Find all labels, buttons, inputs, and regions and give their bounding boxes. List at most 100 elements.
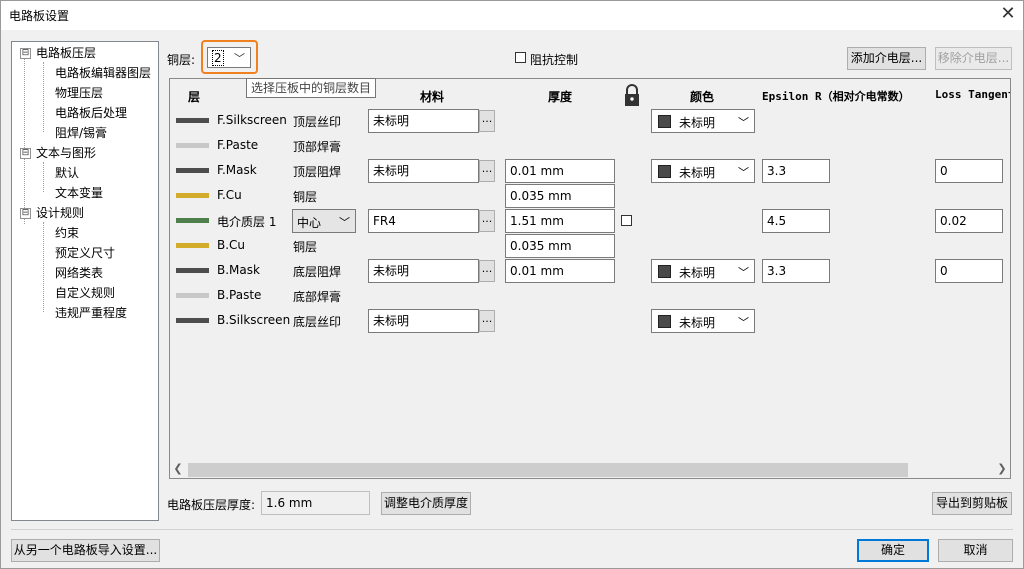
- add-dielectric-button[interactable]: 添加介电层...: [847, 47, 926, 70]
- layer-name: B.Cu: [217, 238, 246, 252]
- settings-tree: ⊟ 电路板压层 电路板编辑器图层 物理压层 电路板后处理 阻焊/锡膏 ⊟ 文本与…: [11, 41, 159, 521]
- layer-color-swatch: [176, 143, 209, 148]
- tree-guide: [43, 162, 44, 192]
- color-value: 未标明: [679, 316, 716, 330]
- tree-item-net-classes[interactable]: 网络类表: [55, 264, 103, 282]
- chevron-down-icon: ﹀: [738, 316, 749, 329]
- material-field[interactable]: 未标明: [368, 109, 479, 133]
- thickness-field[interactable]: 0.01 mm: [505, 259, 615, 283]
- tree-item-predefined-sizes[interactable]: 预定义尺寸: [55, 244, 115, 262]
- material-picker-button[interactable]: ...: [479, 210, 495, 232]
- color-select[interactable]: 未标明 ﹀: [651, 309, 755, 333]
- layer-name: B.Silkscreen: [217, 313, 291, 327]
- thickness-field[interactable]: 1.51 mm: [505, 209, 615, 233]
- layer-color-swatch: [176, 118, 209, 123]
- header-color: 颜色: [690, 90, 715, 104]
- scroll-right-icon[interactable]: ❯: [994, 462, 1010, 475]
- material-picker-button[interactable]: ...: [479, 310, 495, 332]
- tree-item-design-rules[interactable]: 设计规则: [36, 204, 84, 222]
- collapse-icon[interactable]: ⊟: [20, 148, 31, 159]
- layer-name: B.Paste: [217, 288, 262, 302]
- color-select[interactable]: 未标明 ﹀: [651, 109, 755, 133]
- lock-icon[interactable]: [623, 83, 641, 107]
- color-value: 未标明: [679, 116, 716, 130]
- tree-item-physical-stackup[interactable]: 物理压层: [55, 84, 103, 102]
- dielectric-type-value: 中心: [297, 216, 322, 230]
- loss-tangent-field[interactable]: 0: [935, 259, 1003, 283]
- layer-color-swatch: [176, 293, 209, 298]
- close-icon[interactable]: ✕: [998, 3, 1018, 25]
- layer-type: 底层阻焊: [293, 265, 342, 279]
- copper-layers-tooltip: 选择压板中的铜层数目: [246, 78, 376, 98]
- tree-item-finish[interactable]: 电路板后处理: [55, 104, 127, 122]
- thickness-field[interactable]: 0.035 mm: [505, 234, 615, 258]
- tree-item-board-stackup[interactable]: 电路板压层: [36, 44, 96, 62]
- chevron-down-icon: ﹀: [738, 166, 749, 179]
- window-title: 电路板设置: [9, 9, 70, 23]
- layer-name: 电介质层 1: [217, 215, 277, 229]
- tree-item-constraints[interactable]: 约束: [55, 224, 79, 242]
- tree-item-text-graphics[interactable]: 文本与图形: [36, 144, 96, 162]
- material-picker-button[interactable]: ...: [479, 160, 495, 182]
- tree-item-defaults[interactable]: 默认: [55, 164, 79, 182]
- thickness-lock-checkbox[interactable]: [621, 215, 632, 226]
- color-swatch: [658, 315, 671, 328]
- color-value: 未标明: [679, 266, 716, 280]
- loss-tangent-field[interactable]: 0: [935, 159, 1003, 183]
- board-thickness-label: 电路板压层厚度:: [167, 498, 256, 512]
- layer-color-swatch: [176, 193, 209, 198]
- chevron-down-icon: ﹀: [738, 266, 749, 279]
- adjust-dielectric-button[interactable]: 调整电介质厚度: [381, 492, 471, 515]
- remove-dielectric-button[interactable]: 移除介电层...: [935, 47, 1012, 70]
- tree-item-mask-paste[interactable]: 阻焊/锡膏: [55, 124, 107, 142]
- title-bar: [0, 0, 1024, 30]
- thickness-field[interactable]: 0.035 mm: [505, 184, 615, 208]
- board-thickness-value: 1.6 mm: [261, 491, 370, 515]
- layer-type: 铜层: [293, 240, 318, 254]
- material-picker-button[interactable]: ...: [479, 110, 495, 132]
- material-picker-button[interactable]: ...: [479, 260, 495, 282]
- scroll-left-icon[interactable]: ❮: [170, 462, 186, 475]
- layer-color-swatch: [176, 318, 209, 323]
- layer-type: 底层丝印: [293, 315, 342, 329]
- collapse-icon[interactable]: ⊟: [20, 48, 31, 59]
- collapse-icon[interactable]: ⊟: [20, 208, 31, 219]
- epsilon-field[interactable]: 4.5: [762, 209, 830, 233]
- layer-name: F.Silkscreen: [217, 113, 287, 127]
- color-swatch: [658, 265, 671, 278]
- layer-color-swatch: [176, 168, 209, 173]
- loss-tangent-field[interactable]: 0.02: [935, 209, 1003, 233]
- material-field[interactable]: 未标明: [368, 159, 479, 183]
- epsilon-field[interactable]: 3.3: [762, 259, 830, 283]
- cancel-button[interactable]: 取消: [938, 539, 1013, 562]
- ok-button[interactable]: 确定: [857, 539, 929, 562]
- tree-item-text-variables[interactable]: 文本变量: [55, 184, 103, 202]
- layer-type: 顶层阻焊: [293, 165, 342, 179]
- layer-color-swatch: [176, 268, 209, 273]
- layer-name: F.Paste: [217, 138, 259, 152]
- tree-guide: [43, 62, 44, 132]
- layer-name: F.Cu: [217, 188, 242, 202]
- material-field[interactable]: 未标明: [368, 259, 479, 283]
- color-select[interactable]: 未标明 ﹀: [651, 259, 755, 283]
- color-value: 未标明: [679, 166, 716, 180]
- header-material: 材料: [420, 90, 445, 104]
- scrollbar-thumb[interactable]: [188, 463, 908, 477]
- thickness-field[interactable]: 0.01 mm: [505, 159, 615, 183]
- material-field[interactable]: 未标明: [368, 309, 479, 333]
- export-clipboard-button[interactable]: 导出到剪贴板: [932, 492, 1012, 515]
- impedance-label: 阻抗控制: [530, 53, 579, 67]
- color-select[interactable]: 未标明 ﹀: [651, 159, 755, 183]
- divider: [11, 529, 1013, 530]
- layer-name: F.Mask: [217, 163, 257, 177]
- tree-item-violation-severity[interactable]: 违规严重程度: [55, 304, 127, 322]
- tree-item-editor-layers[interactable]: 电路板编辑器图层: [55, 64, 151, 82]
- epsilon-field[interactable]: 3.3: [762, 159, 830, 183]
- impedance-checkbox[interactable]: [515, 52, 526, 63]
- layer-type: 底部焊膏: [293, 290, 342, 304]
- copper-layers-label: 铜层:: [167, 53, 196, 67]
- material-field[interactable]: FR4: [368, 209, 479, 233]
- tree-item-custom-rules[interactable]: 自定义规则: [55, 284, 115, 302]
- dielectric-type-select[interactable]: 中心 ﹀: [292, 209, 356, 233]
- import-settings-button[interactable]: 从另一个电路板导入设置...: [11, 539, 160, 562]
